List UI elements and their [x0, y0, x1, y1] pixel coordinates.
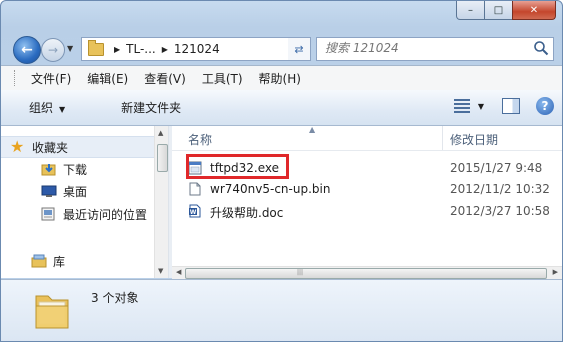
scroll-down-icon[interactable]: ▼ — [158, 267, 163, 275]
help-icon[interactable]: ? — [536, 97, 554, 115]
file-date: 2015/1/27 9:48 — [450, 161, 543, 175]
address-bar[interactable]: ▶ TL-... ▶ 121024 ▼ — [81, 37, 311, 61]
command-bar: 组织 ▼ 新建文件夹 ▼ ? — [1, 90, 562, 126]
sidebar-item-label: 桌面 — [63, 184, 88, 199]
close-button[interactable]: ✕ — [512, 1, 556, 20]
minimize-button[interactable]: – — [456, 1, 485, 20]
sort-ascending-icon: ▲ — [309, 125, 316, 134]
word-doc-icon: W — [189, 204, 201, 218]
column-header-date[interactable]: 修改日期 — [450, 131, 498, 148]
change-view-icon[interactable] — [453, 99, 470, 113]
back-button[interactable]: ← — [13, 36, 41, 64]
view-dropdown-icon[interactable]: ▼ — [478, 102, 484, 111]
sidebar-item-label: 收藏夹 — [32, 140, 69, 155]
folder-icon — [88, 39, 104, 56]
menu-view[interactable]: 查看(V) — [136, 70, 194, 87]
search-input[interactable] — [317, 38, 525, 58]
breadcrumb-item[interactable]: 121024 — [174, 42, 220, 56]
menu-bar: 文件(F) 编辑(E) 查看(V) 工具(T) 帮助(H) — [1, 65, 562, 91]
library-icon — [31, 254, 47, 268]
breadcrumb-item[interactable]: TL-... — [126, 42, 156, 56]
scrollbar-thumb[interactable] — [185, 268, 547, 279]
file-date: 2012/3/27 10:58 — [450, 204, 550, 218]
refresh-icon: ⇄ — [294, 42, 304, 56]
item-count-text: 3 个对象 — [91, 291, 139, 305]
organize-label: 组织 — [29, 101, 54, 115]
file-date: 2012/11/2 10:32 — [450, 182, 550, 196]
new-folder-button[interactable]: 新建文件夹 — [93, 99, 181, 116]
sidebar-item-label: 下载 — [63, 162, 88, 177]
preview-pane-icon[interactable] — [502, 98, 520, 114]
star-icon: ★ — [10, 137, 25, 156]
sidebar-item-label: 最近访问的位置 — [63, 207, 148, 222]
menu-help[interactable]: 帮助(H) — [251, 70, 309, 87]
menu-file[interactable]: 文件(F) — [23, 70, 79, 87]
search-box[interactable] — [316, 37, 554, 61]
search-icon[interactable] — [533, 40, 549, 56]
file-list: ▲ 名称 修改日期 tftpd32.exe 2015/1/27 9:48 wr7… — [172, 125, 562, 266]
chevron-down-icon: ▼ — [59, 105, 66, 114]
back-arrow-icon: ← — [21, 42, 33, 58]
sidebar-item-libraries[interactable]: 库 — [31, 251, 65, 271]
breadcrumb-separator-icon[interactable]: ▶ — [114, 45, 120, 54]
menu-tools[interactable]: 工具(T) — [194, 70, 251, 87]
file-name: wr740nv5-cn-up.bin — [210, 182, 331, 196]
scroll-right-icon[interactable]: ▶ — [553, 268, 558, 276]
caption-buttons: – □ ✕ — [456, 1, 556, 20]
file-name: 升级帮助.doc — [210, 206, 284, 220]
breadcrumb-separator-icon[interactable]: ▶ — [162, 45, 168, 54]
organize-button[interactable]: 组织 ▼ — [1, 99, 65, 116]
navigation-pane-scrollbar[interactable]: ▲ ▼ — [154, 126, 169, 278]
folder-icon — [35, 295, 69, 329]
sidebar-item-recent-places[interactable]: 最近访问的位置 — [41, 204, 147, 224]
column-header-row: ▲ 名称 修改日期 — [172, 125, 562, 151]
scrollbar-thumb[interactable] — [157, 144, 168, 172]
menu-edit[interactable]: 编辑(E) — [79, 70, 136, 87]
menu-grip — [14, 70, 17, 86]
details-pane: 3 个对象 — [1, 279, 562, 341]
sidebar-item-downloads[interactable]: 下载 — [41, 159, 87, 179]
recent-places-icon — [41, 207, 55, 221]
scroll-left-icon[interactable]: ◀ — [176, 268, 181, 276]
scrollbar-grip: ||| — [297, 269, 304, 276]
table-row[interactable]: wr740nv5-cn-up.bin 2012/11/2 10:32 — [172, 179, 562, 200]
scroll-up-icon[interactable]: ▲ — [158, 129, 163, 137]
forward-arrow-icon: → — [47, 43, 59, 57]
desktop-icon — [41, 185, 57, 197]
explorer-window: – □ ✕ ← → ▼ ▶ TL-... ▶ 121024 ▼ ⇄ 文件(F) … — [0, 0, 563, 342]
horizontal-scrollbar[interactable]: ◀ ||| ▶ — [172, 266, 562, 279]
navigation-pane: ★ 收藏夹 下载 桌面 最近访问的位置 库 — [1, 126, 154, 278]
table-row[interactable]: W 升级帮助.doc 2012/3/27 10:58 — [172, 201, 562, 222]
recent-pages-dropdown[interactable]: ▼ — [67, 44, 73, 53]
sidebar-item-favorites[interactable]: ★ 收藏夹 — [1, 136, 154, 158]
column-divider[interactable] — [442, 126, 443, 150]
svg-text:W: W — [190, 209, 197, 216]
maximize-button[interactable]: □ — [485, 1, 512, 20]
bin-file-icon — [189, 182, 201, 196]
downloads-folder-icon — [41, 164, 56, 176]
column-header-name[interactable]: 名称 — [188, 131, 212, 148]
forward-button[interactable]: → — [41, 38, 65, 62]
refresh-button[interactable]: ⇄ — [288, 37, 311, 61]
sidebar-item-desktop[interactable]: 桌面 — [41, 181, 87, 201]
sidebar-item-label: 库 — [53, 254, 66, 269]
highlight-box — [186, 154, 289, 179]
